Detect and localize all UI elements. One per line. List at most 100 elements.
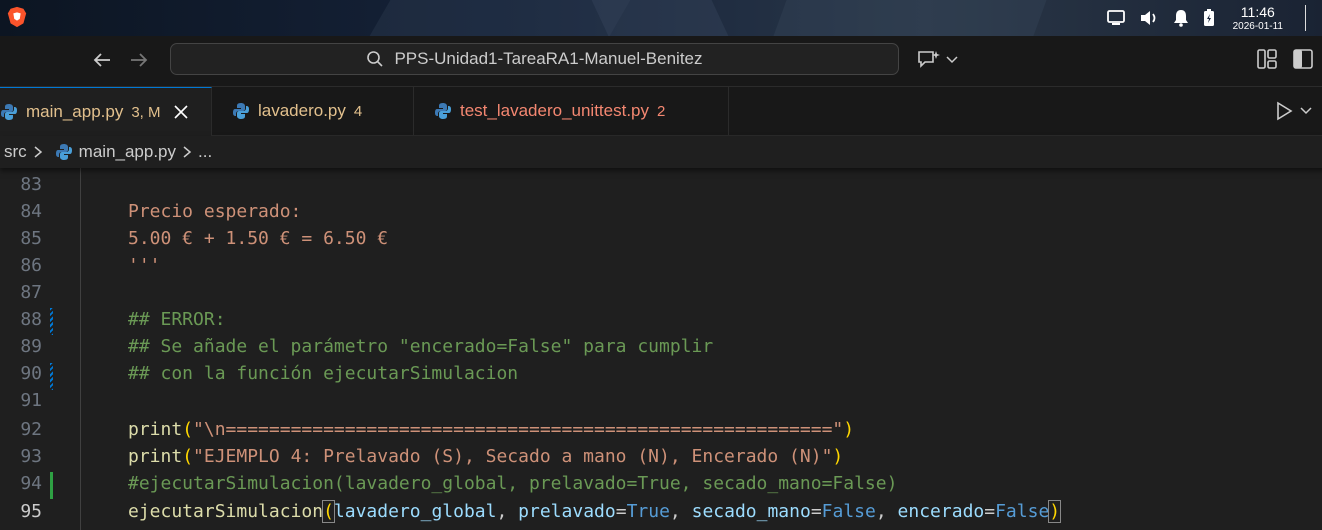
python-file-icon	[435, 103, 451, 119]
keyword-arg-name: prelavado	[518, 501, 616, 522]
line-number: 89	[20, 336, 42, 357]
keyword-arg-value: False	[995, 501, 1050, 522]
play-icon	[1277, 101, 1293, 121]
line-number: 86	[20, 255, 42, 276]
line-text: print("EJEMPLO 4: Prelavado (S), Secado …	[128, 443, 843, 470]
toggle-sidebar-icon[interactable]	[1292, 48, 1314, 70]
string-literal: "EJEMPLO 4: Prelavado (S), Secado a mano…	[193, 446, 833, 467]
argument: lavadero_global	[333, 501, 497, 522]
python-file-icon	[1, 104, 17, 120]
keyword-arg-name: secado_mano	[691, 501, 811, 522]
clock-time: 11:46	[1240, 3, 1275, 20]
open-paren: (	[322, 500, 335, 523]
code-line: 93 print("EJEMPLO 4: Prelavado (S), Seca…	[0, 443, 1322, 470]
comma: ,	[496, 501, 519, 522]
comma: ,	[875, 501, 898, 522]
code-line: 83	[0, 171, 1322, 198]
python-file-icon	[55, 144, 72, 160]
system-clock[interactable]: 11:46 2026-01-11	[1233, 5, 1283, 32]
code-line: 84 Precio esperado:	[0, 198, 1322, 225]
keyword-arg-name: encerado	[897, 501, 985, 522]
editor-tabs: main_app.py 3, M lavadero.py 4 test_lava…	[0, 87, 1322, 136]
close-paren: )	[832, 446, 844, 467]
line-text: print("\n===============================…	[128, 416, 854, 443]
line-number: 83	[20, 174, 42, 195]
notification-bell-icon[interactable]	[1173, 9, 1189, 27]
tab-main-app[interactable]: main_app.py 3, M	[0, 87, 212, 136]
line-text: Precio esperado:	[128, 201, 302, 222]
print-call: print	[128, 446, 183, 467]
string-literal: "\n=====================================…	[193, 419, 844, 440]
clock-date: 2026-01-11	[1232, 20, 1283, 32]
line-number: 88	[20, 309, 42, 330]
run-python-button[interactable]	[1274, 101, 1312, 121]
code-line: 91	[0, 387, 1322, 414]
code-line: 87	[0, 279, 1322, 306]
forward-arrow-icon[interactable]	[129, 50, 149, 70]
line-number: 91	[20, 390, 42, 411]
line-number: 95	[20, 501, 42, 522]
display-icon[interactable]	[1106, 10, 1125, 26]
code-line: 89 ## Se añade el parámetro "encerado=Fa…	[0, 333, 1322, 360]
breadcrumb-folder[interactable]: src	[4, 142, 27, 162]
chevron-down-icon	[946, 56, 958, 64]
system-taskbar: 11:46 2026-01-11	[0, 0, 1322, 36]
tab-label: lavadero.py	[258, 101, 346, 120]
code-line: 94 #ejecutarSimulacion(lavadero_global, …	[0, 470, 1322, 497]
close-paren: )	[1048, 500, 1062, 523]
code-line: 85 5.00 € + 1.50 € = 6.50 €	[0, 225, 1322, 252]
command-center-text: PPS-Unidad1-TareaRA1-Manuel-Benitez	[394, 49, 703, 68]
code-line-current: 95 ejecutarSimulacion(lavadero_global, p…	[0, 498, 1322, 525]
line-text: ## Se añade el parámetro "encerado=False…	[128, 336, 714, 357]
print-call: print	[128, 419, 183, 440]
title-bar: PPS-Unidad1-TareaRA1-Manuel-Benitez	[0, 36, 1322, 87]
line-text: 5.00 € + 1.50 € = 6.50 €	[128, 228, 389, 249]
battery-charging-icon[interactable]	[1203, 9, 1215, 27]
code-line: 90 ## con la función ejecutarSimulacion	[0, 360, 1322, 387]
breadcrumb-file[interactable]: main_app.py	[79, 142, 176, 162]
line-text: '''	[128, 255, 161, 276]
volume-icon[interactable]	[1139, 9, 1159, 27]
comma: ,	[669, 501, 692, 522]
tab-badge: 4	[353, 102, 363, 120]
taskbar-separator	[1305, 5, 1306, 31]
code-line: 92 print("\n============================…	[0, 416, 1322, 443]
tab-test-lavadero-unittest[interactable]: test_lavadero_unittest.py 2	[414, 87, 729, 135]
code-editor[interactable]: 83 84 Precio esperado: 85 5.00 € + 1.50 …	[0, 168, 1322, 530]
function-call: ejecutarSimulacion	[128, 501, 324, 522]
equals: =	[615, 501, 627, 522]
tab-badge: 2	[657, 102, 666, 120]
breadcrumb: src main_app.py ...	[0, 136, 1322, 168]
customize-layout-icon[interactable]	[1256, 48, 1278, 70]
line-number: 92	[20, 419, 42, 440]
line-number: 93	[20, 446, 42, 467]
chevron-down-icon	[1300, 107, 1312, 115]
chevron-right-icon	[183, 146, 192, 158]
chevron-right-icon	[34, 146, 42, 158]
line-text: ## ERROR:	[128, 309, 226, 330]
back-arrow-icon[interactable]	[92, 50, 112, 70]
line-text: #ejecutarSimulacion(lavadero_global, pre…	[128, 473, 898, 494]
open-paren: (	[182, 419, 194, 440]
copilot-menu-button[interactable]	[916, 49, 958, 71]
command-center-search[interactable]: PPS-Unidad1-TareaRA1-Manuel-Benitez	[170, 43, 899, 75]
keyword-arg-value: False	[821, 501, 876, 522]
line-number: 94	[20, 473, 42, 494]
line-number: 90	[20, 363, 42, 384]
equals: =	[984, 501, 996, 522]
tab-lavadero[interactable]: lavadero.py 4	[212, 87, 414, 135]
brave-browser-icon[interactable]	[6, 6, 28, 28]
python-file-icon	[233, 103, 249, 119]
open-paren: (	[182, 446, 194, 467]
tab-label: test_lavadero_unittest.py	[460, 101, 650, 120]
line-text: ejecutarSimulacion(lavadero_global, prel…	[128, 498, 1062, 525]
search-icon	[367, 51, 384, 67]
close-paren: )	[843, 419, 855, 440]
tab-badge: 3, M	[131, 103, 161, 121]
close-icon[interactable]	[173, 104, 189, 120]
code-line: 86 '''	[0, 252, 1322, 279]
breadcrumb-more[interactable]: ...	[198, 142, 212, 162]
code-line: 88 ## ERROR:	[0, 306, 1322, 333]
keyword-arg-value: True	[626, 501, 670, 522]
line-number: 87	[20, 282, 42, 303]
